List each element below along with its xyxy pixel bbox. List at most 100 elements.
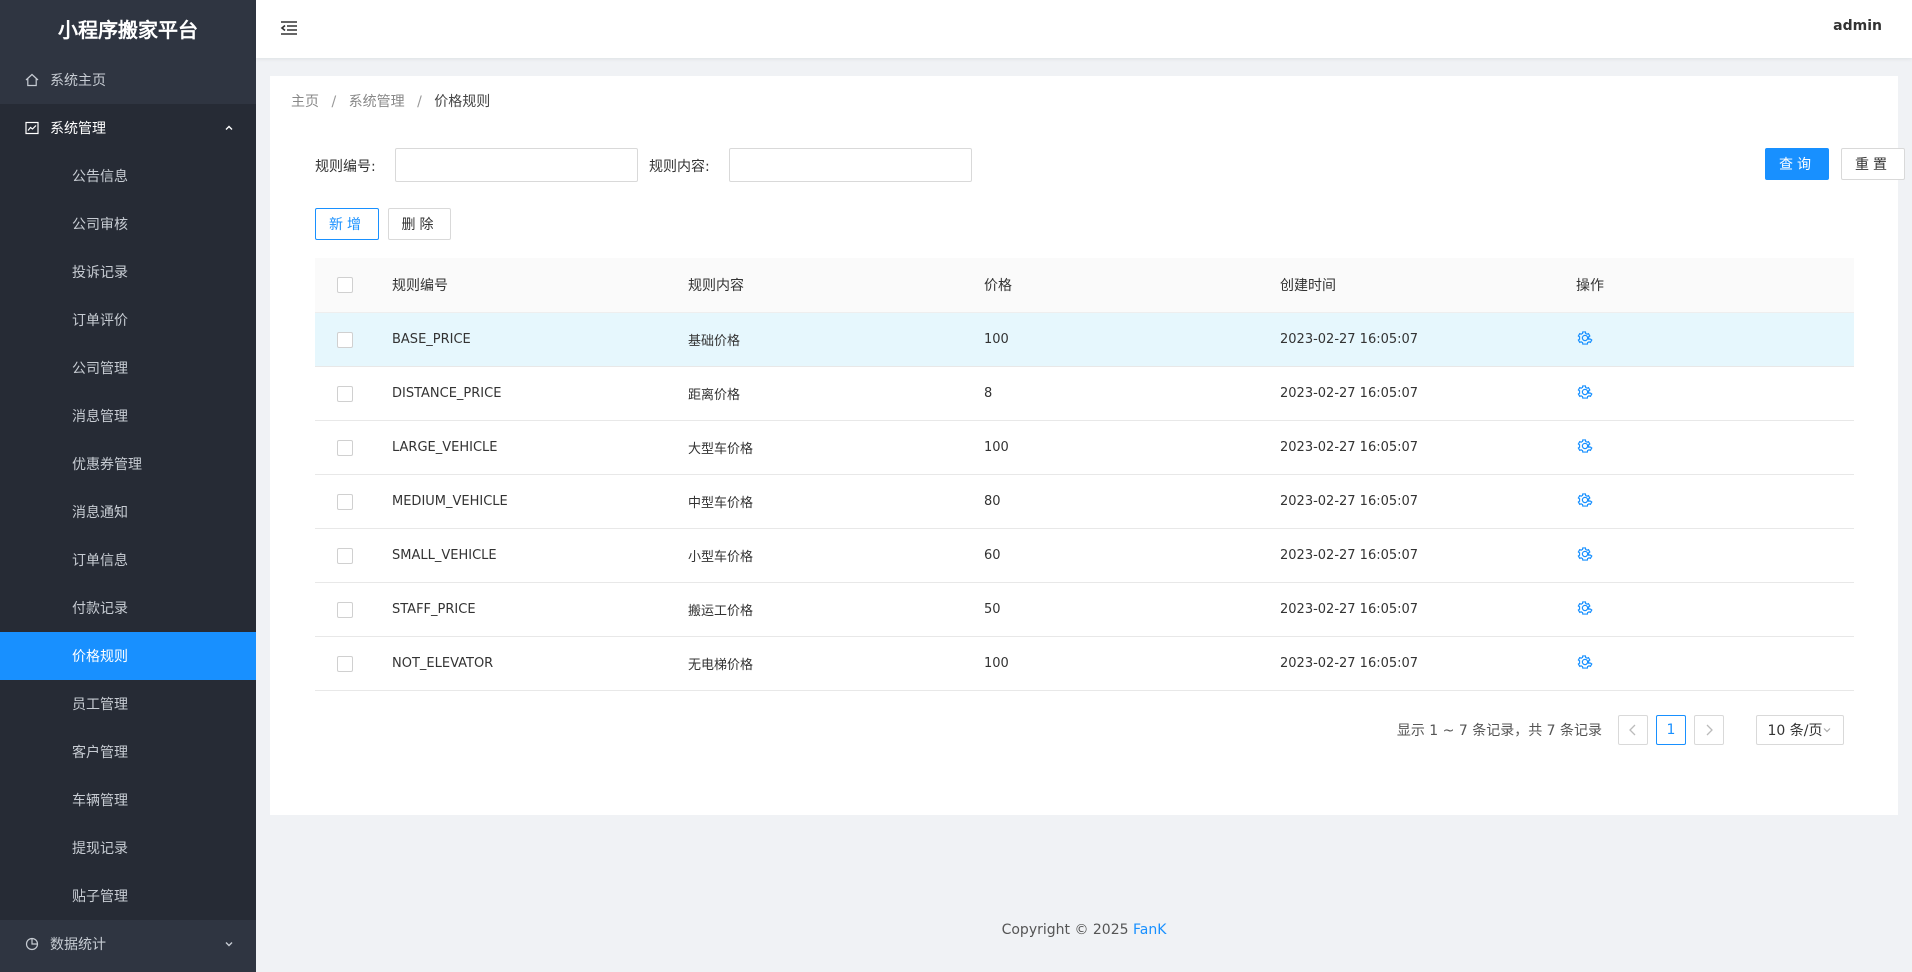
gear-icon[interactable] [1576,383,1594,401]
page-number-current[interactable]: 1 [1656,715,1686,745]
table-row[interactable]: STAFF_PRICE 搬运工价格 50 2023-02-27 16:05:07 [315,583,1854,637]
cell-code: DISTANCE_PRICE [392,386,502,401]
gear-icon[interactable] [1576,545,1594,563]
user-name[interactable]: admin [1833,18,1882,34]
query-button[interactable]: 查询 [1765,148,1829,180]
sidebar-item-coupons[interactable]: 优惠券管理 [0,440,256,488]
sidebar-group-label: 系统管理 [50,121,106,137]
sidebar-item-notifications[interactable]: 消息通知 [0,488,256,536]
copyright-text: Copyright © 2025 [1001,922,1133,938]
chevron-down-icon [222,937,236,951]
sidebar-item-label: 系统主页 [50,73,106,89]
sidebar-item-company-manage[interactable]: 公司管理 [0,344,256,392]
sidebar-item-staff[interactable]: 员工管理 [0,680,256,728]
sidebar-item-company-review[interactable]: 公司审核 [0,200,256,248]
footer-brand-link[interactable]: FanK [1133,922,1166,938]
sidebar-item-message-manage[interactable]: 消息管理 [0,392,256,440]
page-size-select[interactable]: 10 条/页 [1756,715,1844,745]
row-checkbox[interactable] [337,655,353,672]
pagination-total: 显示 1 ~ 7 条记录，共 7 条记录 [1396,723,1602,739]
sidebar: 小程序搬家平台 系统主页 系统管理 公告信息 公司审核 投诉记录 订单评价 公司… [0,0,256,972]
cell-content: 距离价格 [688,388,741,403]
cell-price: 100 [984,440,1009,455]
column-header-price: 价格 [984,278,1012,294]
sidebar-item-payments[interactable]: 付款记录 [0,584,256,632]
cell-code: SMALL_VEHICLE [392,548,497,563]
row-checkbox[interactable] [337,547,353,564]
table-row[interactable]: DISTANCE_PRICE 距离价格 8 2023-02-27 16:05:07 [315,367,1854,421]
column-header-operation: 操作 [1576,278,1604,294]
cell-price: 50 [984,602,1001,617]
breadcrumb-home[interactable]: 主页 [291,94,319,110]
row-checkbox[interactable] [337,439,353,456]
rule-code-input[interactable] [395,148,638,182]
reset-button[interactable]: 重置 [1841,148,1905,180]
cell-created: 2023-02-27 16:05:07 [1280,656,1419,671]
sidebar-item-price-rules[interactable]: 价格规则 [0,632,256,680]
chevron-up-icon [222,121,236,135]
row-checkbox[interactable] [337,601,353,618]
sidebar-item-orders[interactable]: 订单信息 [0,536,256,584]
cell-content: 搬运工价格 [688,604,754,619]
cell-created: 2023-02-27 16:05:07 [1280,602,1419,617]
chart-line-icon [24,120,40,136]
cell-price: 100 [984,332,1009,347]
row-checkbox[interactable] [337,385,353,402]
sidebar-item-complaints[interactable]: 投诉记录 [0,248,256,296]
menu-fold-icon[interactable] [278,17,300,39]
breadcrumb-separator: / [417,94,422,110]
gear-icon[interactable] [1576,653,1594,671]
cell-price: 8 [984,386,993,401]
row-checkbox[interactable] [337,331,353,348]
gear-icon[interactable] [1576,329,1594,347]
column-header-created: 创建时间 [1280,278,1336,294]
cell-content: 中型车价格 [688,496,754,511]
cell-price: 60 [984,548,1001,563]
chevron-down-icon [1824,728,1831,733]
sidebar-group-system[interactable]: 系统管理 [0,104,256,152]
sidebar-item-vehicles[interactable]: 车辆管理 [0,776,256,824]
table-row[interactable]: BASE_PRICE 基础价格 100 2023-02-27 16:05:07 [315,313,1854,367]
next-page-button[interactable] [1694,715,1724,745]
breadcrumb: 主页 / 系统管理 / 价格规则 [291,91,490,111]
rule-content-label: 规则内容: [649,159,710,175]
add-button[interactable]: 新增 [315,208,379,240]
app-logo-title: 小程序搬家平台 [58,17,198,42]
search-form: 规则编号: 规则内容: 查询 重置 [315,148,1905,182]
sidebar-item-customers[interactable]: 客户管理 [0,728,256,776]
table-body: BASE_PRICE 基础价格 100 2023-02-27 16:05:07 DIST… [315,313,1854,691]
table-header: 规则编号 规则内容 价格 创建时间 操作 [315,258,1854,313]
table-row[interactable]: NOT_ELEVATOR 无电梯价格 100 2023-02-27 16:05:07 [315,637,1854,691]
select-all-checkbox[interactable] [337,277,353,293]
page-size-value: 10 条/页 [1767,723,1823,739]
sidebar-group-stats[interactable]: 数据统计 [0,920,256,968]
gear-icon[interactable] [1576,437,1594,455]
sidebar-item-withdrawals[interactable]: 提现记录 [0,824,256,872]
cell-content: 大型车价格 [688,442,754,457]
cell-created: 2023-02-27 16:05:07 [1280,332,1419,347]
content-card: 主页 / 系统管理 / 价格规则 规则编号: 规则内容: 查询 重置 新增 删除… [270,76,1905,815]
table-row[interactable]: MEDIUM_VEHICLE 中型车价格 80 2023-02-27 16:05:07 [315,475,1854,529]
cell-content: 基础价格 [688,334,741,349]
sidebar-item-order-reviews[interactable]: 订单评价 [0,296,256,344]
cell-created: 2023-02-27 16:05:07 [1280,548,1419,563]
gear-icon[interactable] [1576,491,1594,509]
sidebar-item-home[interactable]: 系统主页 [0,56,256,104]
prev-page-button[interactable] [1618,715,1648,745]
sidebar-group-label: 数据统计 [50,937,106,953]
sidebar-item-notice[interactable]: 公告信息 [0,152,256,200]
sidebar-item-posts[interactable]: 贴子管理 [0,872,256,920]
cell-code: LARGE_VEHICLE [392,440,498,455]
delete-button[interactable]: 删除 [388,208,451,240]
table-row[interactable]: LARGE_VEHICLE 大型车价格 100 2023-02-27 16:05:07 [315,421,1854,475]
table-row[interactable]: SMALL_VEHICLE 小型车价格 60 2023-02-27 16:05:07 [315,529,1854,583]
row-checkbox[interactable] [337,493,353,510]
price-rules-table: 规则编号 规则内容 价格 创建时间 操作 BASE_PRICE 基础价格 100 20… [315,258,1854,691]
breadcrumb-parent[interactable]: 系统管理 [349,94,405,110]
column-header-code: 规则编号 [392,278,448,294]
pagination: 显示 1 ~ 7 条记录，共 7 条记录 1 10 条/页 [1397,714,1844,746]
rule-content-input[interactable] [729,148,972,182]
cell-price: 100 [984,656,1009,671]
gear-icon[interactable] [1576,599,1594,617]
cell-code: STAFF_PRICE [392,602,476,617]
